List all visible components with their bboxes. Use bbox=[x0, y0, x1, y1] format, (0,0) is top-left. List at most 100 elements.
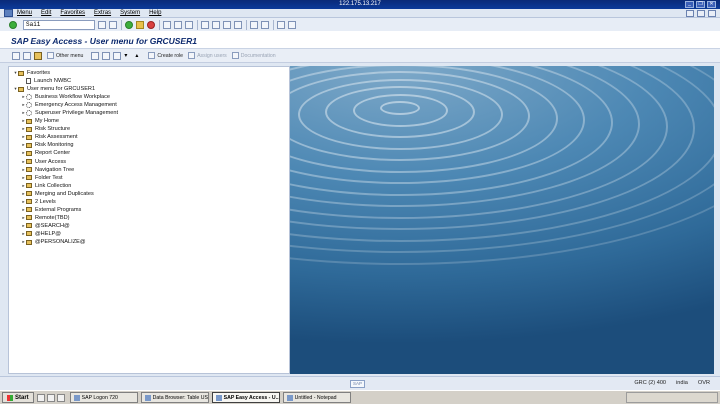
enter-icon[interactable] bbox=[9, 20, 17, 29]
other-menu-label: Other menu bbox=[56, 52, 84, 59]
tree-node[interactable]: ▸ Risk Assessment bbox=[9, 133, 289, 141]
quick-launch-browser-icon[interactable] bbox=[56, 393, 65, 402]
previous-page-icon[interactable] bbox=[212, 20, 220, 29]
tree-node-label: Launch NWBC bbox=[34, 78, 71, 85]
folder-icon bbox=[26, 239, 32, 245]
taskbar-item[interactable]: SAP Easy Access - U... bbox=[211, 392, 280, 403]
tree-node-label: User menu for GRCUSER1 bbox=[27, 86, 96, 93]
tree-node[interactable]: ▸ 2 Levels bbox=[9, 198, 289, 206]
tree-node-label: Merging and Duplicates bbox=[35, 190, 94, 197]
tree-node-label: 2 Levels bbox=[35, 198, 56, 205]
tree-node[interactable]: Launch NWBC bbox=[9, 77, 289, 85]
tree-node-label: External Programs bbox=[35, 206, 82, 213]
print-icon[interactable] bbox=[163, 20, 171, 29]
other-menu-button[interactable]: Other menu bbox=[47, 52, 83, 59]
documentation-button[interactable]: Documentation bbox=[231, 52, 276, 59]
tree-node-label: Folder Test bbox=[35, 174, 63, 181]
tree-node[interactable]: ▸ @HELP@ bbox=[9, 230, 289, 238]
tree-node-label: Risk Assessment bbox=[35, 134, 78, 141]
move-up-icon[interactable]: ▴ bbox=[135, 52, 143, 60]
next-page-icon[interactable] bbox=[223, 20, 231, 29]
sap-menu-icon[interactable] bbox=[4, 9, 13, 17]
folder-icon bbox=[26, 142, 32, 148]
tree-node[interactable]: ▸ Folder Test bbox=[9, 174, 289, 182]
status-bar: SAP GRC (2) 400 india OVR bbox=[0, 376, 720, 390]
tree-node-label: Business Workflow Workplace bbox=[35, 94, 111, 101]
tree-node[interactable]: ▸ User Access bbox=[9, 158, 289, 166]
tree-node[interactable]: ▸ Risk Structure bbox=[9, 125, 289, 133]
tree-node[interactable]: ▸ Superuser Privilege Management bbox=[9, 109, 289, 117]
taskbar-item[interactable]: Data Browser: Table US... bbox=[140, 392, 209, 403]
tree-node-label: @PERSONALIZE@ bbox=[35, 239, 86, 245]
start-label: Start bbox=[15, 394, 29, 401]
quick-launch-explorer-icon[interactable] bbox=[46, 393, 55, 402]
taskbar-item[interactable]: Untitled - Notepad bbox=[282, 392, 351, 403]
layout-menu-icon[interactable] bbox=[288, 20, 296, 29]
tree-node[interactable]: ▸ Remote(TBD) bbox=[9, 214, 289, 222]
tree-node[interactable]: ▸ My Home bbox=[9, 117, 289, 125]
taskbar-item[interactable]: SAP Logon 720 bbox=[69, 392, 138, 403]
tree-node[interactable]: ▸ Business Workflow Workplace bbox=[9, 93, 289, 101]
windows-taskbar: Start SAP Logon 720 Data Browser: Table U… bbox=[0, 390, 720, 404]
minimize-icon[interactable]: _ bbox=[685, 1, 694, 8]
menu-help[interactable]: Help bbox=[149, 10, 161, 16]
tree-node-label: Risk Structure bbox=[35, 126, 71, 133]
tree-node[interactable]: ▸ @SEARCH@ bbox=[9, 222, 289, 230]
tree-node[interactable]: ▸ @PERSONALIZE@ bbox=[9, 238, 289, 246]
new-session-icon[interactable] bbox=[250, 20, 258, 29]
save-icon[interactable] bbox=[109, 20, 117, 29]
sap-menu-folder-icon[interactable] bbox=[34, 51, 42, 60]
tree-node[interactable]: ▸ Merging and Duplicates bbox=[9, 190, 289, 198]
system-info[interactable]: GRC (2) 400 bbox=[634, 380, 666, 386]
assign-users-button[interactable]: Assign users bbox=[188, 52, 227, 59]
user-menu-tree: ▾ Favorites Launch NWBC ▾ User menu for GRCU… bbox=[8, 66, 290, 374]
menu-edit[interactable]: Edit bbox=[41, 10, 51, 16]
command-field[interactable]: Sai1 bbox=[23, 19, 95, 30]
back-icon[interactable] bbox=[125, 20, 133, 29]
find-next-icon[interactable] bbox=[185, 20, 193, 29]
add-to-favorites-icon[interactable] bbox=[91, 51, 100, 60]
exit-icon[interactable] bbox=[136, 20, 144, 29]
start-button[interactable]: Start bbox=[2, 392, 34, 403]
tree-node[interactable]: ▸ Emergency Access Management bbox=[9, 101, 289, 109]
quick-launch-desktop-icon[interactable] bbox=[36, 393, 45, 402]
insert-mode[interactable]: OVR bbox=[698, 380, 710, 386]
menu-favorites[interactable]: Favorites bbox=[60, 10, 85, 16]
delete-favorite-icon[interactable] bbox=[102, 51, 111, 60]
tree-node[interactable]: ▸ Link Collection bbox=[9, 182, 289, 190]
user-menu-icon[interactable] bbox=[23, 51, 31, 60]
folder-icon bbox=[18, 86, 24, 92]
folder-icon bbox=[26, 167, 32, 173]
shortcut-icon[interactable] bbox=[261, 20, 269, 29]
tree-node-label: User Access bbox=[35, 158, 67, 165]
sap-maximize-icon[interactable] bbox=[697, 9, 705, 17]
find-icon[interactable] bbox=[174, 20, 182, 29]
last-page-icon[interactable] bbox=[234, 20, 242, 29]
create-role-button[interactable]: Create role bbox=[148, 52, 183, 59]
taskbar-item-label: Untitled - Notepad bbox=[294, 394, 337, 401]
window-title-bar: 122.175.13.217 _ ❐ ✕ bbox=[0, 0, 720, 9]
menu-menu[interactable]: Menu bbox=[17, 10, 32, 16]
tree-node[interactable]: ▸ External Programs bbox=[9, 206, 289, 214]
restore-icon[interactable]: ❐ bbox=[696, 1, 705, 8]
move-down-icon[interactable]: ▾ bbox=[124, 52, 132, 60]
command-history-icon[interactable] bbox=[98, 20, 106, 29]
sap-minimize-icon[interactable] bbox=[686, 9, 694, 17]
help-icon[interactable] bbox=[277, 20, 285, 29]
tree-node[interactable]: ▾ User menu for GRCUSER1 bbox=[9, 85, 289, 93]
folder-icon bbox=[26, 150, 32, 156]
sap-close-icon[interactable] bbox=[708, 9, 716, 17]
window-title: 122.175.13.217 bbox=[339, 1, 381, 7]
cancel-icon[interactable] bbox=[147, 20, 155, 29]
tree-node[interactable]: ▸ Navigation Tree bbox=[9, 166, 289, 174]
menu-system[interactable]: System bbox=[120, 10, 140, 16]
tree-node[interactable]: ▾ Favorites bbox=[9, 69, 289, 77]
menu-extras[interactable]: Extras bbox=[94, 10, 111, 16]
taskbar-item-label: SAP Easy Access - U... bbox=[223, 394, 280, 401]
close-icon[interactable]: ✕ bbox=[707, 1, 716, 8]
first-page-icon[interactable] bbox=[201, 20, 209, 29]
change-favorite-icon[interactable] bbox=[113, 51, 122, 60]
favorites-icon[interactable] bbox=[12, 51, 20, 60]
tree-node[interactable]: ▸ Risk Monitoring bbox=[9, 141, 289, 149]
tree-node[interactable]: ▸ Report Center bbox=[9, 149, 289, 157]
